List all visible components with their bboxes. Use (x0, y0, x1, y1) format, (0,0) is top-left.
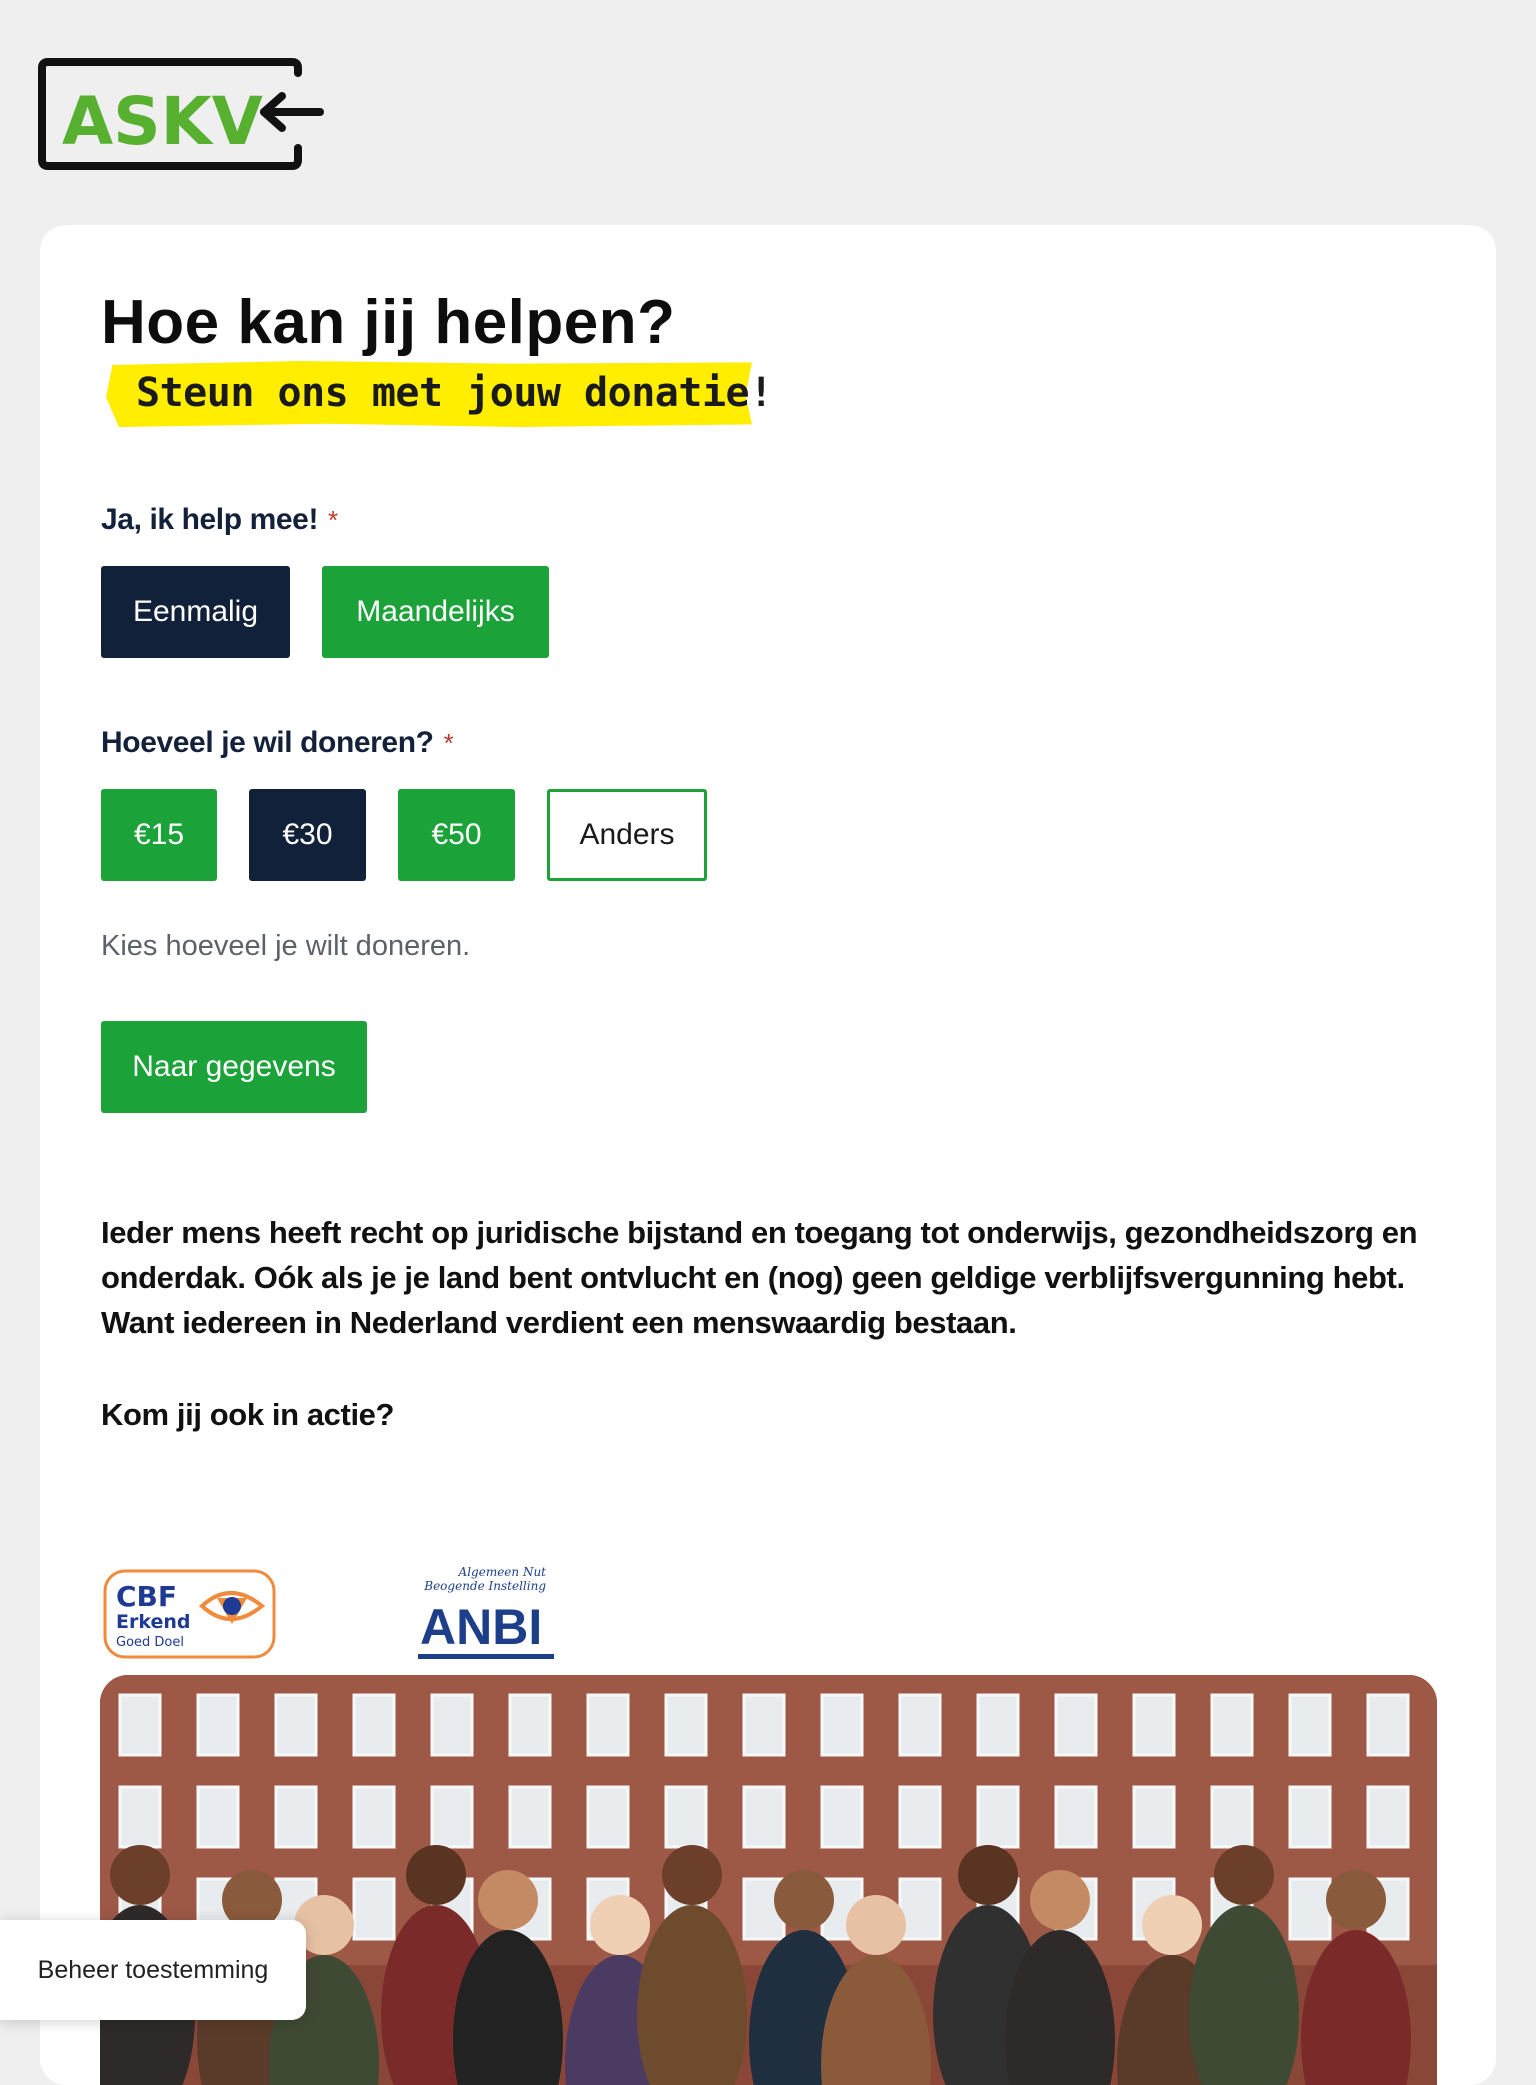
anbi-logo: Algemeen Nut Beogende Instelling ANBI (418, 1565, 554, 1659)
call-to-action: Kom jij ook in actie? (101, 1397, 395, 1432)
person-head (958, 1845, 1018, 1905)
building-window (1132, 1693, 1176, 1757)
building-window (898, 1693, 942, 1757)
svg-text:Beogende Instelling: Beogende Instelling (423, 1579, 546, 1593)
building-window (118, 1693, 162, 1757)
person-head (406, 1845, 466, 1905)
cbf-logo: CBF Erkend Goed Doel (103, 1569, 276, 1659)
building-window (1366, 1785, 1410, 1849)
building-window (352, 1785, 396, 1849)
amount-label: Hoeveel je wil doneren? * (101, 726, 454, 760)
building-window (196, 1785, 240, 1849)
person-head (110, 1845, 170, 1905)
svg-text:Algemeen Nut: Algemeen Nut (458, 1565, 547, 1579)
building-window (664, 1693, 708, 1757)
person-head (774, 1870, 834, 1930)
frequency-option-eenmalig[interactable]: Eenmalig (101, 566, 290, 658)
building-window (1366, 1693, 1410, 1757)
amount-option-50[interactable]: €50 (398, 789, 515, 881)
building-window (1054, 1785, 1098, 1849)
person-head (846, 1895, 906, 1955)
building-window (586, 1693, 630, 1757)
anbi-badge: Algemeen Nut Beogende Instelling ANBI (414, 1560, 556, 1665)
building-window (430, 1693, 474, 1757)
building-window (352, 1693, 396, 1757)
building-window (898, 1877, 942, 1941)
frequency-label-text: Ja, ik help mee! (101, 503, 319, 536)
logo-text: ASKV (62, 83, 263, 160)
building-window (976, 1693, 1020, 1757)
person-head (590, 1895, 650, 1955)
amount-option-15[interactable]: €15 (101, 789, 217, 881)
frequency-option-maandelijks[interactable]: Maandelijks (322, 566, 549, 658)
building-window (1288, 1877, 1332, 1941)
building-window (1210, 1785, 1254, 1849)
photo-illustration (100, 1675, 1437, 2085)
amount-option-30[interactable]: €30 (249, 789, 366, 881)
building-window (1288, 1785, 1332, 1849)
building-window (820, 1785, 864, 1849)
building-window (898, 1785, 942, 1849)
arrow-left-icon (260, 92, 324, 132)
intro-paragraph: Ieder mens heeft recht op juridische bij… (101, 1215, 1418, 1340)
building-window (1132, 1785, 1176, 1849)
page-subtitle: Steun ons met jouw donatie! (136, 370, 773, 416)
building-window (976, 1785, 1020, 1849)
logo-graphic: ASKV (38, 58, 324, 170)
frequency-label: Ja, ik help mee! * (101, 503, 338, 537)
building-window (1288, 1693, 1332, 1757)
building-window (274, 1693, 318, 1757)
amount-hint: Kies hoeveel je wilt doneren. (101, 930, 471, 962)
svg-text:CBF: CBF (116, 1580, 177, 1613)
naar-gegevens-button[interactable]: Naar gegevens (101, 1021, 367, 1113)
svg-text:Erkend: Erkend (116, 1611, 191, 1633)
building-window (1054, 1693, 1098, 1757)
page-title: Hoe kan jij helpen? (101, 288, 676, 357)
manage-consent-button[interactable]: Beheer toestemming (0, 1920, 306, 2020)
building-window (742, 1785, 786, 1849)
building-window (508, 1785, 552, 1849)
required-marker: * (328, 505, 338, 535)
building-window (430, 1785, 474, 1849)
person-head (1326, 1870, 1386, 1930)
cbf-badge: CBF Erkend Goed Doel (102, 1568, 277, 1660)
activists-photo (100, 1675, 1437, 2085)
amount-label-text: Hoeveel je wil doneren? (101, 726, 434, 759)
building-window (196, 1693, 240, 1757)
building-window (274, 1785, 318, 1849)
building-window (820, 1693, 864, 1757)
building-window (586, 1785, 630, 1849)
amount-option-anders[interactable]: Anders (547, 789, 707, 881)
person-head (1030, 1870, 1090, 1930)
person-head (478, 1870, 538, 1930)
donation-card: Hoe kan jij helpen? Steun ons met jouw d… (40, 225, 1496, 2085)
svg-text:ANBI: ANBI (420, 1599, 542, 1655)
building-window (1210, 1693, 1254, 1757)
person-head (1214, 1845, 1274, 1905)
askv-logo[interactable]: ASKV (38, 58, 328, 170)
building-window (742, 1693, 786, 1757)
required-marker: * (443, 728, 454, 758)
person-head (1142, 1895, 1202, 1955)
building-window (664, 1785, 708, 1849)
building-window (508, 1693, 552, 1757)
svg-text:Goed Doel: Goed Doel (116, 1635, 184, 1650)
person-head (662, 1845, 722, 1905)
building-window (352, 1877, 396, 1941)
building-window (118, 1785, 162, 1849)
